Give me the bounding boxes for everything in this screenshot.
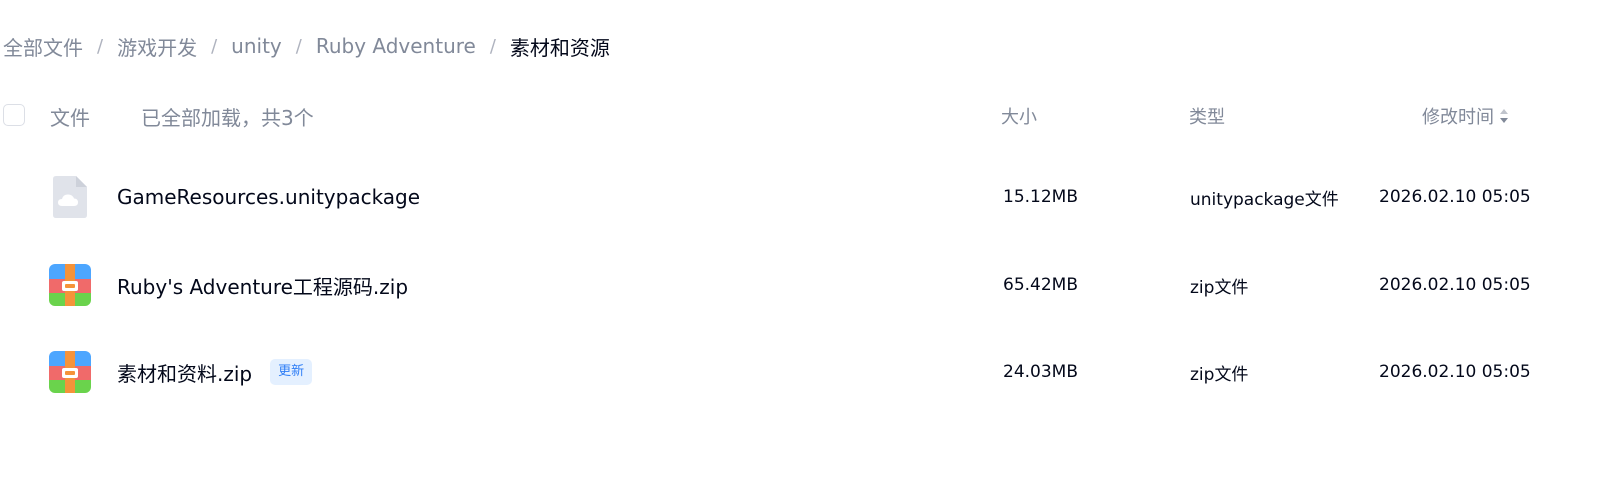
breadcrumb-separator: /: [97, 35, 104, 57]
file-type: zip文件: [1190, 364, 1249, 385]
file-type: unitypackage文件: [1190, 189, 1339, 210]
file-name-text: 素材和资料.zip: [117, 361, 253, 386]
update-badge: 更新: [270, 359, 313, 385]
file-row[interactable]: Ruby's Adventure工程源码.zip 65.42MB zip文件 2…: [0, 255, 1614, 315]
file-name[interactable]: GameResources.unitypackage: [117, 167, 420, 227]
zip-archive-icon: [49, 351, 91, 393]
file-row[interactable]: GameResources.unitypackage 15.12MB unity…: [0, 167, 1614, 227]
breadcrumb-separator: /: [295, 35, 302, 57]
zip-archive-icon: [49, 264, 91, 306]
file-size: 15.12MB: [1003, 187, 1078, 207]
file-modified-time: 2026.02.10 05:05: [1379, 275, 1531, 295]
file-list-header: 文件 已全部加载，共3个 大小 类型 修改时间: [0, 96, 1614, 136]
breadcrumb: 全部文件 / 游戏开发 / unity / Ruby Adventure / 素…: [3, 30, 610, 62]
file-row[interactable]: 素材和资料.zip 更新 24.03MB zip文件 2026.02.10 05…: [0, 342, 1614, 402]
sort-icon[interactable]: [1500, 109, 1508, 123]
file-name[interactable]: 素材和资料.zip 更新: [117, 342, 313, 402]
breadcrumb-item-game-dev[interactable]: 游戏开发: [117, 32, 197, 61]
header-modified-time-column[interactable]: 修改时间: [1422, 96, 1508, 136]
breadcrumb-current: 素材和资源: [509, 35, 610, 60]
header-file-label: 文件: [50, 105, 90, 130]
file-name[interactable]: Ruby's Adventure工程源码.zip: [117, 255, 408, 315]
file-name-text: Ruby's Adventure工程源码.zip: [117, 274, 409, 299]
file-size: 65.42MB: [1003, 275, 1078, 295]
breadcrumb-item-unity[interactable]: unity: [231, 34, 282, 58]
breadcrumb-item-ruby-adventure[interactable]: Ruby Adventure: [316, 34, 476, 58]
file-modified-time: 2026.02.10 05:05: [1379, 187, 1531, 207]
header-modified-time-label: 修改时间: [1422, 107, 1494, 128]
file-modified-time: 2026.02.10 05:05: [1379, 362, 1531, 382]
cloud-file-icon: [53, 176, 87, 218]
file-size: 24.03MB: [1003, 362, 1078, 382]
file-name-text: GameResources.unitypackage: [117, 185, 421, 209]
breadcrumb-separator: /: [489, 35, 496, 57]
loaded-status-text: 已全部加载，共3个: [141, 105, 314, 130]
select-all-checkbox[interactable]: [3, 104, 25, 126]
breadcrumb-separator: /: [211, 35, 218, 57]
file-type: zip文件: [1190, 277, 1249, 298]
header-type-column[interactable]: 类型: [1189, 96, 1225, 136]
breadcrumb-item-all-files[interactable]: 全部文件: [3, 32, 83, 61]
header-size-column[interactable]: 大小: [1001, 96, 1037, 136]
